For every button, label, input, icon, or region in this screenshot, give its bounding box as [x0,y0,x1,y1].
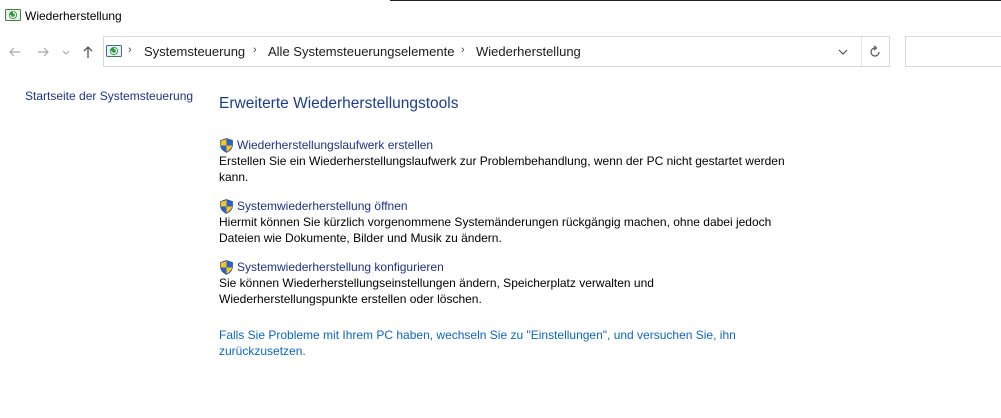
task-link-row: Wiederherstellungslaufwerk erstellen [219,138,799,154]
breadcrumb-alle-elemente[interactable]: Alle Systemsteuerungselemente [268,44,454,59]
uac-shield-icon [220,138,233,153]
breadcrumb-systemsteuerung[interactable]: Systemsteuerung [144,44,245,59]
recovery-app-icon [5,9,21,21]
title-bar-edge [390,0,1001,1]
search-input[interactable] [905,36,1001,67]
task-link-row: Systemwiederherstellung öffnen [219,199,799,215]
task-configure-system-restore: Systemwiederherstellung konfigurieren Si… [219,260,799,307]
breadcrumb-wiederherstellung[interactable]: Wiederherstellung [476,44,581,59]
uac-shield-icon [220,199,233,214]
title-bar: Wiederherstellung [0,0,1001,32]
task-create-recovery-drive: Wiederherstellungslaufwerk erstellen Ers… [219,138,799,185]
configure-system-restore-link[interactable]: Systemwiederherstellung konfigurieren [237,260,444,274]
refresh-icon [870,45,880,57]
reset-pc-settings-link[interactable]: Falls Sie Probleme mit Ihrem PC haben, w… [219,328,759,359]
arrow-up-icon[interactable] [80,44,96,60]
breadcrumb-separator[interactable]: › [253,44,257,56]
window-title: Wiederherstellung [25,9,122,23]
open-system-restore-link[interactable]: Systemwiederherstellung öffnen [237,199,408,213]
create-recovery-drive-link[interactable]: Wiederherstellungslaufwerk erstellen [237,138,433,152]
refresh-button[interactable] [866,43,884,61]
task-description: Erstellen Sie ein Wiederherstellungslauf… [219,154,785,184]
uac-shield-icon [220,260,233,275]
task-description: Sie können Wiederherstellungseinstellung… [219,276,654,306]
address-bar[interactable]: › Systemsteuerung › Alle Systemsteuerung… [103,36,890,67]
task-open-system-restore: Systemwiederherstellung öffnen Hiermit k… [219,199,799,246]
chevron-down-icon[interactable] [61,44,71,60]
sidebar-home-link[interactable]: Startseite der Systemsteuerung [25,89,193,103]
breadcrumb-separator[interactable]: › [128,44,132,56]
address-dropdown-button[interactable] [832,43,854,61]
arrow-left-icon[interactable] [7,44,23,60]
task-description: Hiermit können Sie kürzlich vorgenommene… [219,215,772,245]
chevron-down-icon [838,49,848,55]
breadcrumb-separator[interactable]: › [461,44,465,56]
task-link-row: Systemwiederherstellung konfigurieren [219,260,799,276]
page-heading: Erweiterte Wiederherstellungstools [219,95,459,112]
control-panel-icon [106,45,122,57]
arrow-right-icon[interactable] [35,44,51,60]
address-divider [861,37,862,66]
navigation-bar: › Systemsteuerung › Alle Systemsteuerung… [0,32,1001,72]
